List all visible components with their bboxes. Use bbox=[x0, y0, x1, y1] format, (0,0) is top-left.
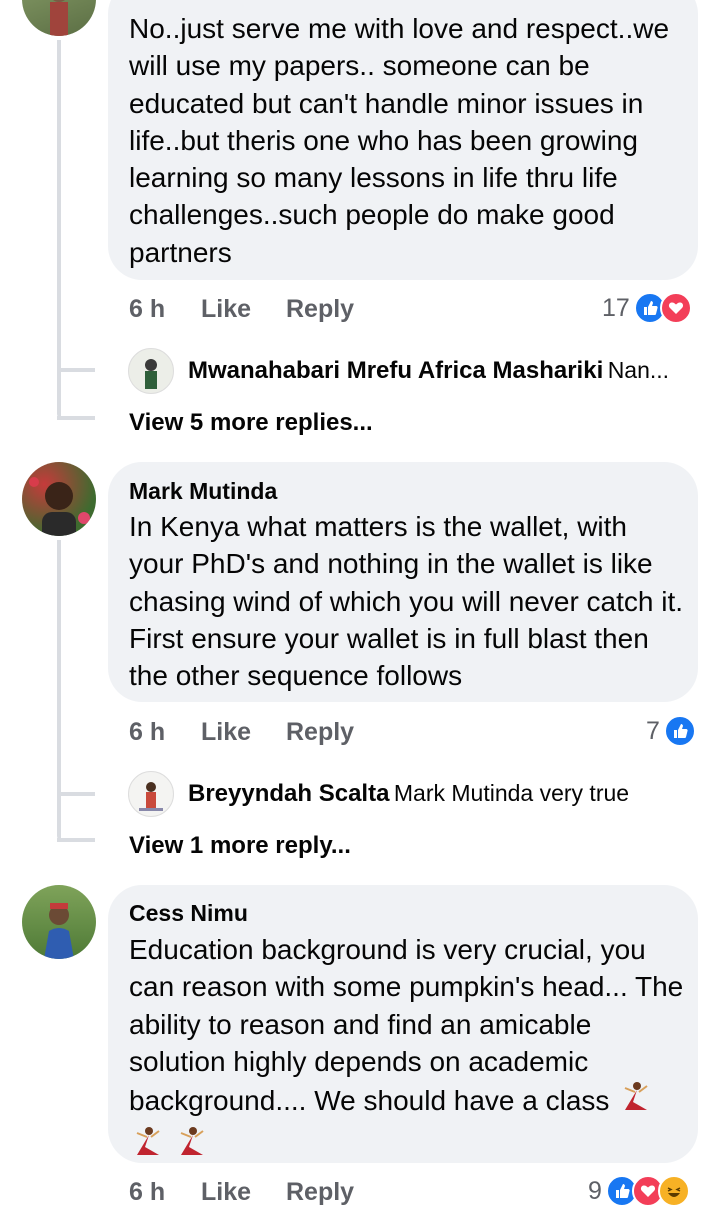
reply-button[interactable]: Reply bbox=[286, 295, 354, 324]
comment-text: Education background is very crucial, yo… bbox=[129, 931, 689, 1171]
comment-time[interactable]: 6 h bbox=[129, 295, 165, 324]
thread-line bbox=[57, 40, 61, 370]
comment-text: No..just serve me with love and respect.… bbox=[129, 13, 670, 268]
comment-author[interactable]: Mark Mutinda bbox=[129, 478, 277, 505]
reply-preview[interactable]: Mwanahabari Mrefu Africa Mashariki Nan..… bbox=[188, 357, 708, 385]
like-reaction-icon bbox=[663, 715, 696, 747]
reply-snippet: Nan... bbox=[607, 357, 670, 383]
view-more-replies[interactable]: View 1 more reply... bbox=[129, 832, 351, 860]
view-more-replies[interactable]: View 5 more replies... bbox=[129, 409, 373, 437]
comment-time[interactable]: 6 h bbox=[129, 718, 165, 747]
dancer-emoji bbox=[173, 1125, 209, 1170]
thread-line bbox=[57, 540, 61, 795]
reaction-summary[interactable]: 9 bbox=[588, 1175, 690, 1207]
reply-connector bbox=[57, 368, 95, 372]
reply-button[interactable]: Reply bbox=[286, 718, 354, 747]
haha-reaction-icon bbox=[657, 1175, 690, 1207]
avatar[interactable] bbox=[22, 0, 96, 36]
dancer-emoji bbox=[617, 1080, 653, 1125]
reply-snippet: Mark Mutinda very true bbox=[393, 780, 630, 806]
reply-connector bbox=[57, 794, 61, 840]
comment-time[interactable]: 6 h bbox=[129, 1178, 165, 1207]
reply-connector bbox=[57, 792, 95, 796]
avatar[interactable] bbox=[22, 462, 96, 536]
comment-text-content: Education background is very crucial, yo… bbox=[129, 934, 684, 1117]
reply-connector bbox=[57, 370, 61, 418]
like-button[interactable]: Like bbox=[201, 718, 251, 747]
reply-avatar[interactable] bbox=[128, 771, 174, 817]
like-button[interactable]: Like bbox=[201, 295, 251, 324]
reply-connector bbox=[57, 416, 95, 420]
comment-author[interactable]: Cess Nimu bbox=[129, 900, 248, 927]
like-button[interactable]: Like bbox=[201, 1178, 251, 1207]
reaction-count: 9 bbox=[588, 1176, 602, 1205]
reply-author: Mwanahabari Mrefu Africa Mashariki bbox=[188, 357, 604, 384]
reaction-count: 17 bbox=[602, 293, 630, 322]
reply-connector bbox=[57, 838, 95, 842]
love-reaction-icon bbox=[659, 292, 692, 324]
avatar[interactable] bbox=[22, 885, 96, 959]
reaction-summary[interactable]: 17 bbox=[602, 292, 692, 324]
reaction-count: 7 bbox=[646, 716, 660, 745]
dancer-emoji bbox=[129, 1125, 165, 1170]
comment-text: In Kenya what matters is the wallet, wit… bbox=[129, 511, 684, 692]
reply-button[interactable]: Reply bbox=[286, 1178, 354, 1207]
reply-preview[interactable]: Breyyndah Scalta Mark Mutinda very true bbox=[188, 780, 708, 808]
reply-avatar[interactable] bbox=[128, 348, 174, 394]
reaction-summary[interactable]: 7 bbox=[646, 715, 696, 747]
reply-author: Breyyndah Scalta bbox=[188, 780, 390, 807]
